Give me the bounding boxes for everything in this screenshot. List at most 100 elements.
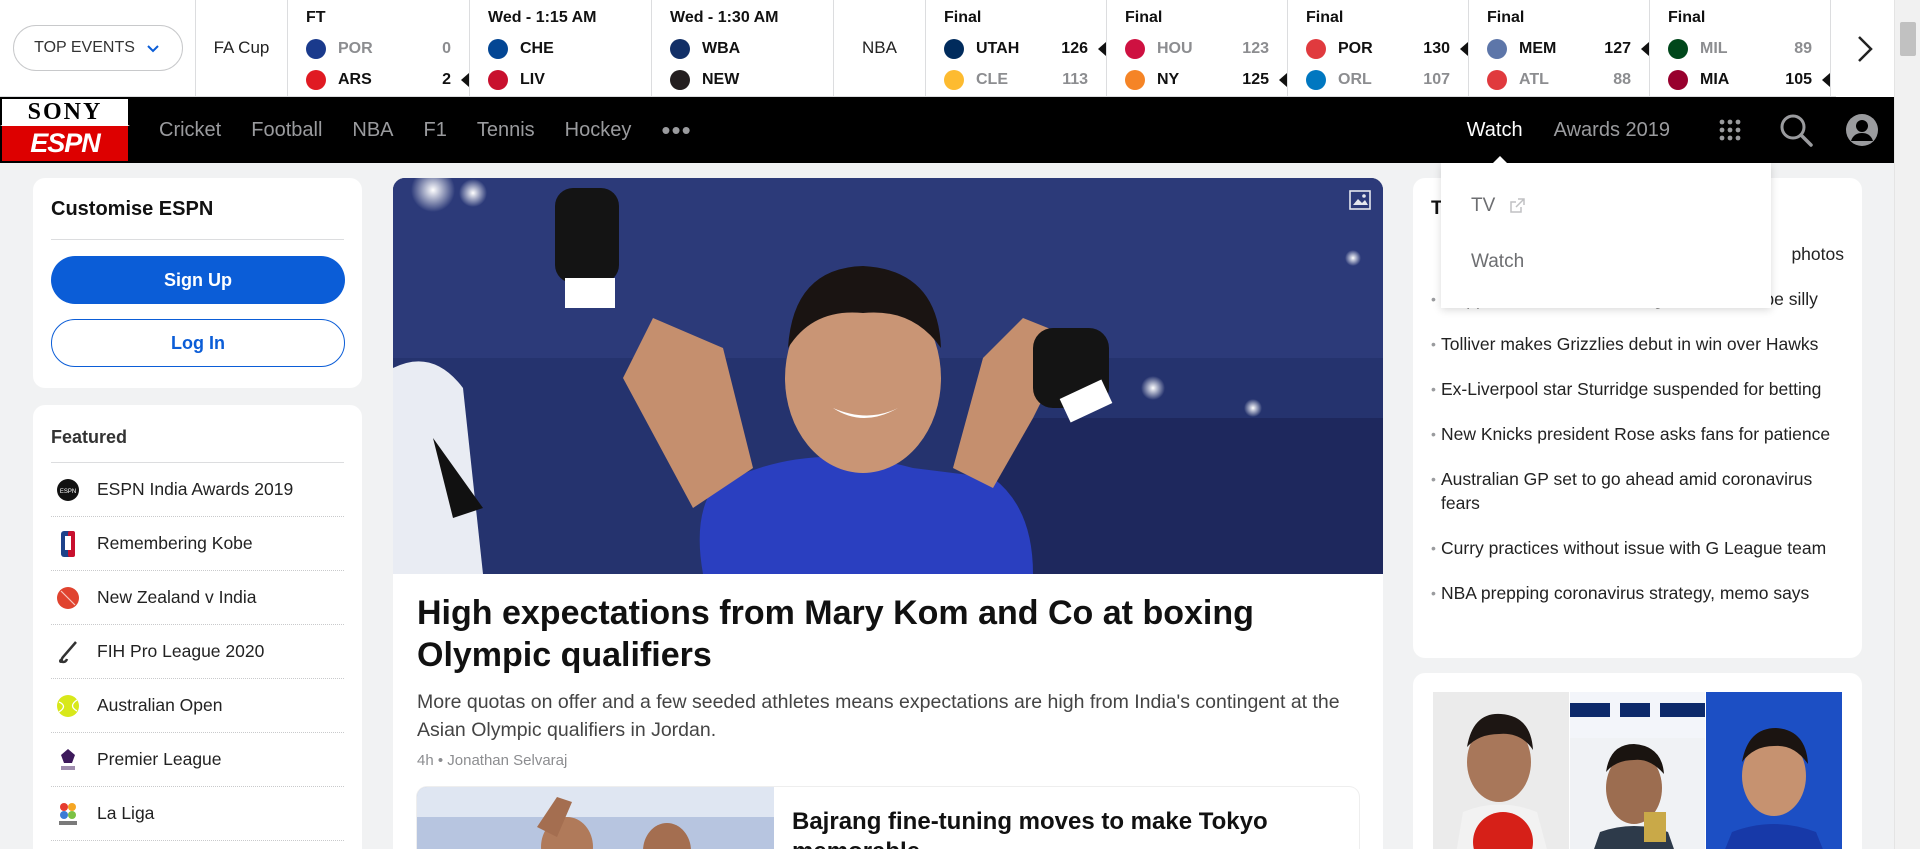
score-card[interactable]: Final MIL 89 MIA 105 — [1650, 0, 1831, 96]
team-logo-icon — [1306, 38, 1326, 59]
top-events-button[interactable]: TOP EVENTS — [12, 25, 183, 71]
team-name: NEW — [702, 70, 740, 88]
nav-more-button[interactable]: ••• — [661, 117, 691, 143]
page-scrollbar[interactable] — [1894, 0, 1920, 849]
featured-item[interactable]: FIH Pro League 2020 — [51, 625, 344, 679]
bullet-icon: • — [1431, 540, 1436, 556]
team-logo-icon — [1125, 38, 1145, 59]
hero-image[interactable] — [393, 178, 1383, 574]
bullet-icon: • — [1431, 426, 1436, 442]
headline-text: NBA prepping coronavirus strategy, memo … — [1441, 583, 1810, 603]
headline-item[interactable]: • Tolliver makes Grizzlies debut in win o… — [1431, 332, 1844, 356]
team-name: POR — [338, 39, 373, 57]
team-logo-icon — [944, 38, 964, 59]
chevron-down-icon — [147, 45, 159, 53]
headline-item[interactable]: • New Knicks president Rose asks fans for… — [1431, 422, 1844, 446]
score-card[interactable]: Final HOU 123 NY 125 — [1107, 0, 1288, 96]
nav-link-football[interactable]: Football — [251, 119, 322, 142]
nav-link-tennis[interactable]: Tennis — [477, 119, 535, 142]
score-card[interactable]: Wed - 1:30 AM WBA NEW — [652, 0, 834, 96]
featured-item[interactable]: Remembering Kobe — [51, 517, 344, 571]
tennis-ball-icon — [56, 694, 80, 718]
featured-item[interactable]: ESPN ESPN India Awards 2019 — [51, 463, 344, 517]
nav-link-cricket[interactable]: Cricket — [159, 119, 221, 142]
league-label-nba[interactable]: NBA — [834, 0, 926, 96]
log-in-button[interactable]: Log In — [51, 319, 345, 367]
nav-watch-link[interactable]: Watch — [1467, 119, 1523, 142]
featured-item[interactable]: La Liga — [51, 787, 344, 841]
headline-text: Australian GP set to go ahead amid coron… — [1441, 469, 1813, 513]
team-row: ORL 107 — [1306, 64, 1450, 95]
athlete-photo — [1433, 692, 1569, 849]
team-row: NY 125 — [1125, 64, 1269, 95]
team-score: 88 — [1613, 70, 1631, 88]
svg-text:ESPN: ESPN — [60, 489, 76, 495]
team-score: 0 — [442, 39, 451, 57]
team-name: ORL — [1338, 70, 1372, 88]
headline-item[interactable]: • Australian GP set to go ahead amid coro… — [1431, 467, 1844, 515]
team-row: ARS 2 — [306, 64, 451, 95]
headline-item[interactable]: • Curry practices without issue with G Le… — [1431, 536, 1844, 560]
featured-item-label: Premier League — [97, 749, 222, 769]
score-card[interactable]: Final POR 130 ORL 107 — [1288, 0, 1469, 96]
team-row: NEW — [670, 64, 815, 95]
team-name: NY — [1157, 70, 1180, 88]
article-description: More quotas on offer and a few seeded at… — [417, 691, 1340, 741]
league-label-fa-cup[interactable]: FA Cup — [196, 0, 288, 96]
featured-item[interactable]: New Zealand v India — [51, 571, 344, 625]
secondary-story-image — [417, 787, 774, 849]
team-name: UTAH — [976, 39, 1020, 57]
featured-item[interactable]: Australian Open — [51, 679, 344, 733]
dropdown-item-tv[interactable]: TV — [1441, 189, 1771, 223]
nav-link-f1[interactable]: F1 — [424, 119, 447, 142]
team-name: ATL — [1519, 70, 1549, 88]
team-logo-icon — [670, 38, 690, 59]
nav-link-hockey[interactable]: Hockey — [565, 119, 632, 142]
image-gallery-icon[interactable] — [1349, 190, 1371, 210]
team-logo-icon — [670, 69, 690, 90]
game-status: FT — [306, 9, 326, 26]
headline-item[interactable]: • Ex-Liverpool star Sturridge suspended f… — [1431, 377, 1844, 401]
game-status: Final — [1487, 9, 1525, 26]
team-name: MIA — [1700, 70, 1730, 88]
logo-sony-text: SONY — [0, 97, 130, 125]
nav-link-nba[interactable]: NBA — [352, 119, 393, 142]
apps-grid-icon[interactable] — [1710, 110, 1750, 150]
scores-next-button[interactable] — [1836, 0, 1894, 97]
sign-up-button[interactable]: Sign Up — [51, 256, 345, 304]
sony-espn-logo[interactable]: SONY ESPN — [0, 97, 130, 163]
customise-title: Customise ESPN — [51, 198, 344, 240]
team-score: 2 — [442, 70, 451, 88]
game-status: Final — [1668, 9, 1706, 26]
team-name: CLE — [976, 70, 1008, 88]
scores-strip: TOP EVENTS FA Cup FT POR 0 ARS 2 Wed - 1:15 A… — [0, 0, 1920, 97]
search-icon[interactable] — [1776, 110, 1816, 150]
featured-title: Featured — [51, 427, 344, 463]
score-card[interactable]: Wed - 1:15 AM CHE LIV — [470, 0, 652, 96]
dropdown-item-watch[interactable]: Watch — [1441, 233, 1771, 291]
team-name: HOU — [1157, 39, 1193, 57]
scrollbar-thumb[interactable] — [1900, 22, 1916, 56]
secondary-story[interactable]: Bajrang fine-tuning moves to make Tokyo … — [417, 787, 1359, 849]
featured-list: ESPN ESPN India Awards 2019 Remembering Ko… — [51, 463, 344, 841]
featured-item-label: La Liga — [97, 803, 155, 823]
article-title[interactable]: High expectations from Mary Kom and Co a… — [417, 592, 1359, 676]
winner-arrow-icon — [1641, 42, 1649, 56]
score-card[interactable]: Final UTAH 126 CLE 113 — [926, 0, 1107, 96]
team-row: MIA 105 — [1668, 64, 1812, 95]
team-name: CHE — [520, 39, 554, 57]
featured-item[interactable]: Premier League — [51, 733, 344, 787]
score-card[interactable]: FT POR 0 ARS 2 — [288, 0, 470, 96]
awards-icon: ESPN — [56, 478, 80, 502]
headline-text: New Knicks president Rose asks fans for … — [1441, 424, 1831, 444]
score-card[interactable]: Final MEM 127 ATL 88 — [1469, 0, 1650, 96]
user-profile-icon[interactable] — [1842, 110, 1882, 150]
headline-item[interactable]: • NBA prepping coronavirus strategy, memo… — [1431, 581, 1844, 605]
team-score: 130 — [1423, 39, 1450, 57]
headline-text: photos — [1791, 244, 1844, 264]
photo-feature-card[interactable] — [1413, 673, 1862, 849]
nav-awards-link[interactable]: Awards 2019 — [1554, 119, 1670, 142]
team-name: ARS — [338, 70, 372, 88]
winner-arrow-icon — [1822, 73, 1830, 87]
team-name: MIL — [1700, 39, 1728, 57]
